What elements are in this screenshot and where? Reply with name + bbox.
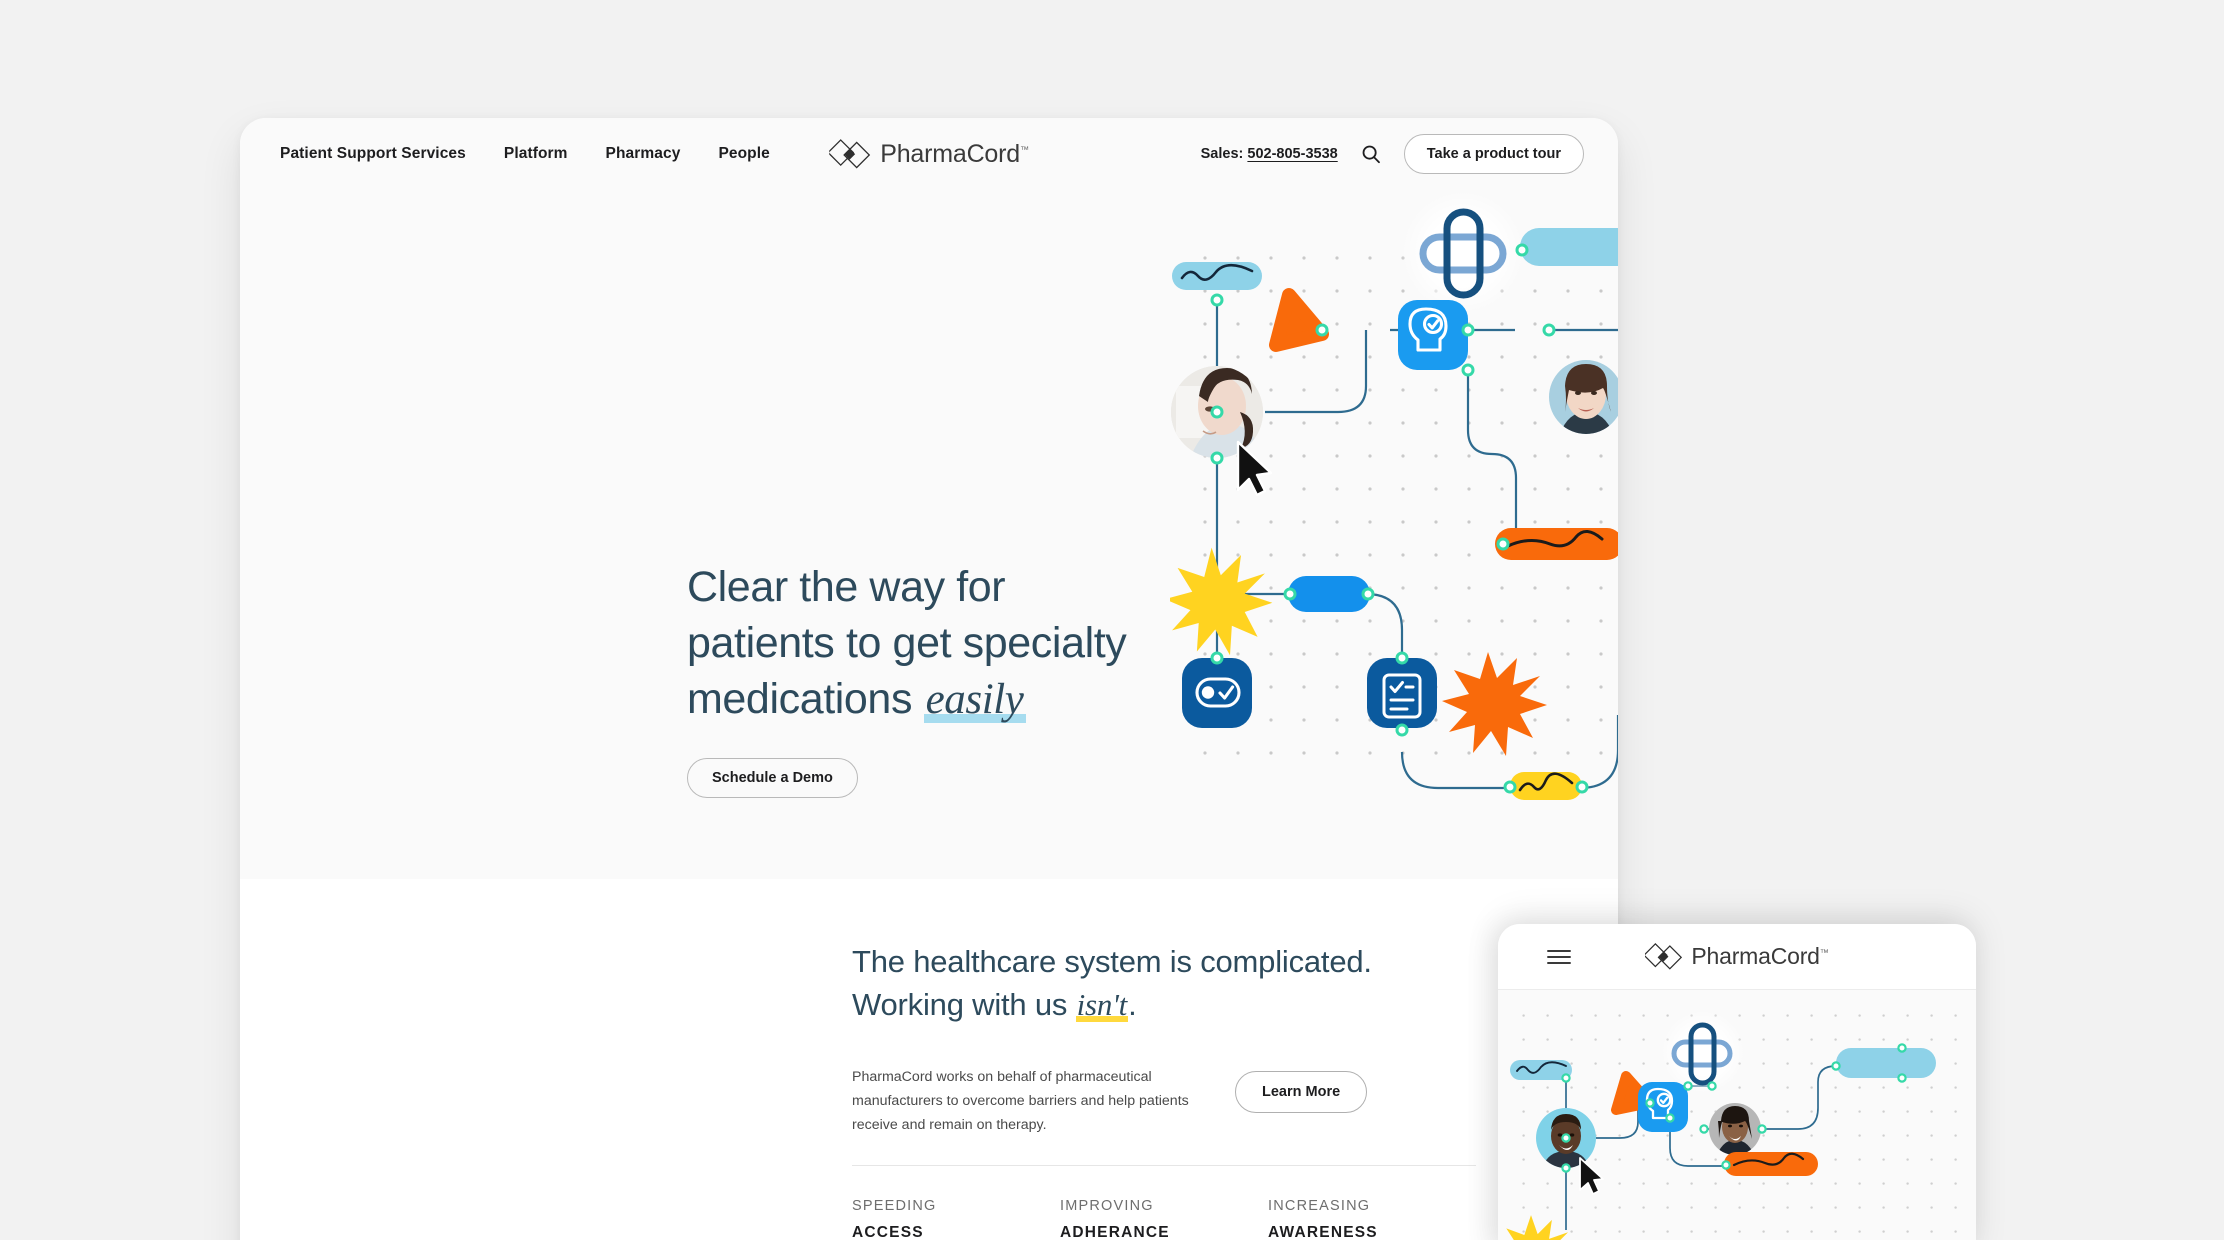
desktop-browser-window: Patient Support Services Platform Pharma… — [240, 118, 1618, 1240]
hero-line-3: medications — [687, 674, 924, 723]
benefit-bottom-label: AWARENESS — [1268, 1223, 1378, 1240]
lightblue-pill-right — [1836, 1048, 1936, 1078]
lightblue-pill-right — [1520, 228, 1618, 266]
nav-link-people[interactable]: People — [718, 145, 769, 163]
brand-wordmark: PharmaCord™ — [880, 139, 1029, 168]
screenshot-stage: Patient Support Services Platform Pharma… — [0, 0, 2224, 1240]
hero-line-2: patients to get specialty — [687, 618, 1127, 667]
benefit-bottom-label: ADHERANCE — [1060, 1223, 1170, 1240]
pharmacord-diamond-icon — [829, 139, 871, 169]
intro-section: The healthcare system is complicated. Wo… — [240, 879, 1618, 1240]
nav-link-patient-support-services[interactable]: Patient Support Services — [280, 145, 466, 163]
primary-navigation: Patient Support Services Platform Pharma… — [280, 145, 770, 163]
mobile-mockup: PharmaCord™ — [1498, 924, 1976, 1240]
benefit-item-awareness: INCREASING AWARENESS — [1268, 1166, 1476, 1240]
mobile-pharmacord-logo[interactable]: PharmaCord™ — [1645, 941, 1829, 972]
hero-node-graph — [1170, 190, 1618, 800]
benefit-item-adherance: IMPROVING ADHERANCE — [1060, 1166, 1268, 1240]
sales-phone: Sales: 502-805-3538 — [1200, 146, 1338, 162]
mobile-brand-wordmark: PharmaCord™ — [1691, 943, 1829, 969]
benefit-bottom-label: ACCESS — [852, 1223, 924, 1240]
site-header: Patient Support Services Platform Pharma… — [240, 118, 1618, 190]
orange-squiggle-pill — [1724, 1152, 1818, 1176]
hamburger-menu-icon[interactable] — [1546, 948, 1572, 966]
hero-illustration — [1170, 190, 1618, 879]
trademark-symbol: ™ — [1019, 144, 1029, 155]
learn-more-button[interactable]: Learn More — [1235, 1070, 1368, 1113]
intro-line-2-suffix: . — [1128, 986, 1137, 1022]
trademark-symbol: ™ — [1819, 947, 1829, 958]
hero-copy: Clear the way for patients to get specia… — [687, 560, 1167, 798]
benefit-item-access: SPEEDING ACCESS — [852, 1166, 1060, 1240]
search-icon[interactable] — [1358, 141, 1384, 167]
intro-body-row: PharmaCord works on behalf of pharmaceut… — [852, 1065, 1476, 1137]
document-check-tile — [1367, 658, 1437, 728]
hero-emphasis-easily: easily — [923, 675, 1026, 723]
benefit-top-label: INCREASING — [1268, 1197, 1371, 1214]
hero-line-1: Clear the way for — [687, 563, 1006, 611]
intro-line-1: The healthcare system is complicated. — [852, 944, 1372, 979]
pharmacord-diamond-icon — [1645, 942, 1683, 970]
header-actions: Sales: 502-805-3538 Take a product tour — [1201, 134, 1584, 174]
benefits-grid: SPEEDING ACCESS IMPROVING ADHERANCE INCR… — [852, 1166, 1476, 1240]
orange-squiggle-pill — [1495, 528, 1618, 560]
hero-section: Clear the way for patients to get specia… — [240, 190, 1618, 879]
intro-line-2: Working with us — [852, 986, 1076, 1022]
teal-squiggle-pill — [1172, 262, 1262, 290]
toggle-check-tile — [1182, 658, 1252, 728]
brain-check-icon-tile — [1398, 300, 1468, 370]
benefit-top-label: SPEEDING — [852, 1197, 937, 1214]
nav-link-pharmacy[interactable]: Pharmacy — [606, 145, 681, 163]
blue-pill — [1288, 576, 1370, 612]
intro-headline: The healthcare system is complicated. Wo… — [852, 941, 1476, 1027]
intro-paragraph: PharmaCord works on behalf of pharmaceut… — [852, 1068, 1189, 1133]
intro-emphasis-isnt: isn't — [1075, 986, 1129, 1022]
mobile-hero-illustration — [1498, 990, 1976, 1240]
brain-check-icon-tile — [1638, 1082, 1688, 1132]
mobile-hero-node-graph — [1506, 1004, 1976, 1240]
hero-headline: Clear the way for patients to get specia… — [687, 560, 1167, 728]
sales-phone-number[interactable]: 502-805-3538 — [1247, 146, 1337, 162]
benefit-top-label: IMPROVING — [1060, 1197, 1154, 1214]
avatar-woman-smiling — [1709, 1103, 1761, 1155]
mobile-header: PharmaCord™ — [1498, 924, 1976, 990]
take-product-tour-button[interactable]: Take a product tour — [1403, 134, 1584, 174]
pharmacord-logo[interactable]: PharmaCord™ — [829, 137, 1029, 171]
schedule-demo-button[interactable]: Schedule a Demo — [687, 757, 858, 798]
yellow-squiggle-pill — [1510, 772, 1582, 800]
nav-link-platform[interactable]: Platform — [504, 145, 568, 163]
